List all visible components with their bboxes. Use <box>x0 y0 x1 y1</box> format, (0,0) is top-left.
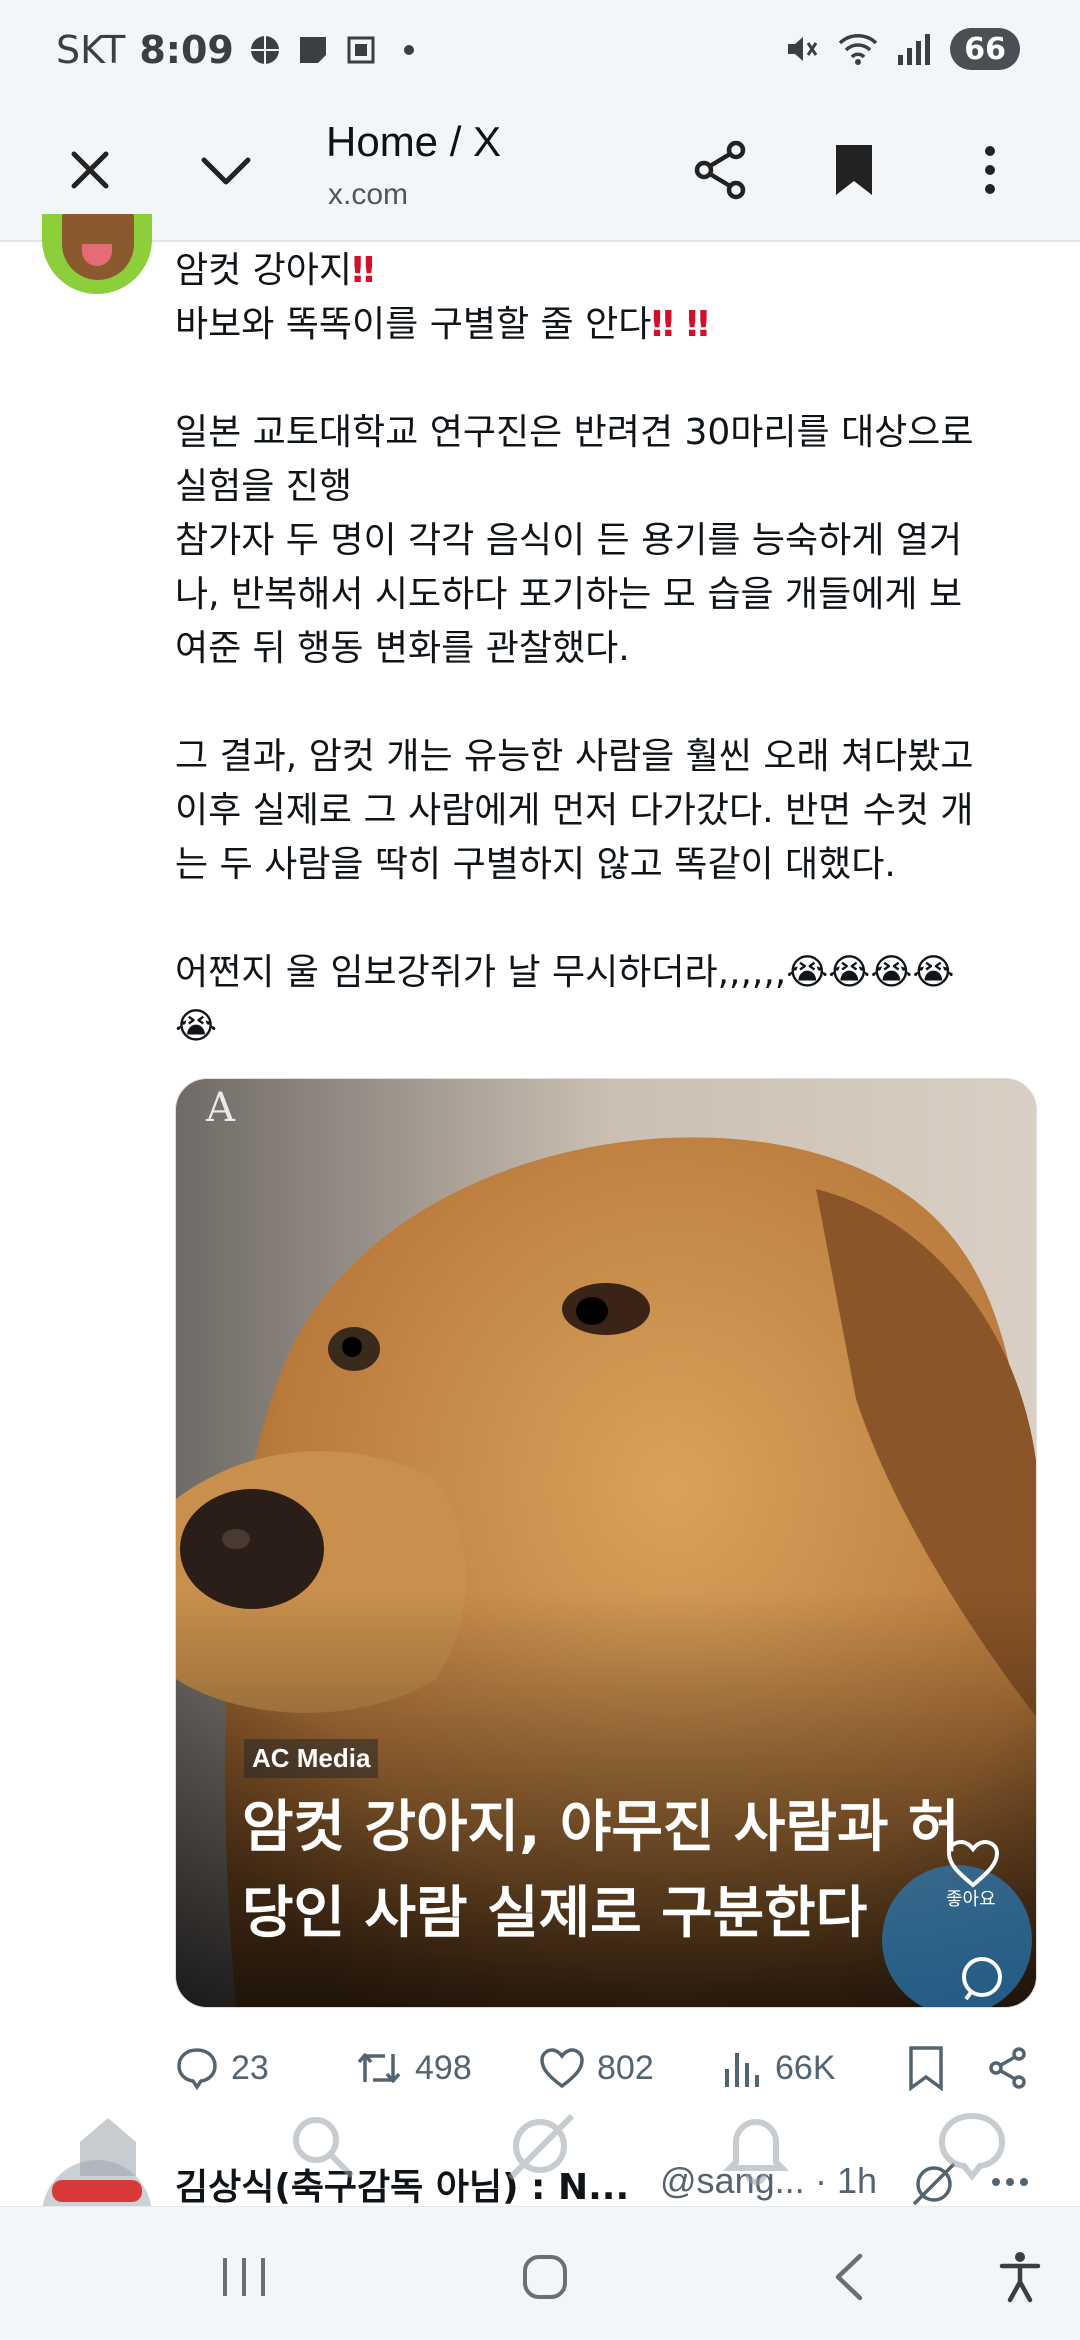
battery-indicator: 66 <box>950 28 1020 70</box>
tweet-paragraph-2: 일본 교토대학교 연구진은 반려견 30마리를 대상으로 실험을 진행 참가자 … <box>175 412 974 669</box>
retweet-count: 498 <box>415 2048 472 2087</box>
heart-outline-icon[interactable] <box>946 1839 1000 1889</box>
minimize-button[interactable] <box>186 130 266 210</box>
recent-apps-icon <box>223 2258 265 2296</box>
page-title: Home / X <box>326 118 502 165</box>
clock: 8:09 <box>139 28 234 72</box>
media-source-label: AC Media <box>244 1739 379 1778</box>
more-vertical-icon <box>985 146 995 194</box>
screenshot-icon <box>347 36 375 64</box>
bookmark-button[interactable] <box>814 130 894 210</box>
home-icon <box>80 2118 136 2176</box>
mute-icon <box>788 37 818 61</box>
more-menu-button[interactable] <box>950 130 1030 210</box>
custom-tab-toolbar: Home / X x.com <box>0 100 1080 242</box>
heart-icon <box>540 2048 584 2089</box>
signal-icon <box>898 34 931 65</box>
crying-face-icon: 😭😭😭😭 <box>786 952 955 993</box>
back-button[interactable] <box>810 2237 890 2317</box>
reply-count: 23 <box>231 2048 269 2087</box>
basketball-icon <box>250 36 279 64</box>
like-count: 802 <box>597 2048 654 2087</box>
x-bottom-nav <box>0 2096 1080 2206</box>
close-button[interactable] <box>50 130 130 210</box>
retweet-button[interactable]: 498 <box>355 2036 472 2100</box>
tweet-share-button[interactable] <box>987 2036 1029 2100</box>
close-icon <box>71 151 109 189</box>
grok-nav-icon <box>507 2113 575 2181</box>
nav-home[interactable] <box>68 2106 148 2186</box>
like-button[interactable]: 802 <box>539 2036 654 2100</box>
share-icon <box>989 2047 1026 2089</box>
media-headline: 암컷 강아지, 야무진 사람과 허당인 사람 실제로 구분한다 <box>242 1795 960 1946</box>
reply-button[interactable]: 23 <box>175 2036 269 2100</box>
bookmark-outline-icon <box>909 2046 943 2091</box>
reply-icon <box>177 2048 217 2090</box>
wifi-icon <box>839 34 878 65</box>
page-url: x.com <box>328 178 409 211</box>
nav-search[interactable] <box>282 2106 362 2186</box>
tweet-actions: 23 498 802 66K <box>175 2036 1045 2100</box>
carrier-label: SKT <box>56 28 126 72</box>
back-icon <box>835 2253 863 2301</box>
retweet-icon <box>357 2053 401 2083</box>
bell-icon <box>722 2119 790 2185</box>
share-button[interactable] <box>680 130 760 210</box>
ac-logo: A <box>205 1085 236 1131</box>
status-bar: SKT 8:09 66 <box>0 0 1080 100</box>
crying-face-icon: 😭 <box>175 1006 218 1047</box>
tweet-line-1: 암컷 강아지 <box>175 250 353 291</box>
tweet-bookmark-button[interactable] <box>907 2036 945 2100</box>
home-circle-icon <box>523 2255 567 2299</box>
note-icon <box>299 37 326 63</box>
search-icon <box>293 2117 355 2179</box>
share-icon <box>694 140 746 200</box>
nav-grok[interactable] <box>500 2106 580 2186</box>
tweet-paragraph-3: 그 결과, 암컷 개는 유능한 사람을 훨씬 오래 쳐다봤고 이후 실제로 그 … <box>175 736 974 885</box>
battery-level: 66 <box>964 31 1006 67</box>
message-icon <box>938 2112 1006 2181</box>
views-button[interactable]: 66K <box>723 2036 836 2100</box>
like-label: 좋아요 <box>946 1889 996 1910</box>
accessibility-button[interactable] <box>980 2237 1060 2317</box>
tweet-text: 암컷 강아지‼ 바보와 똑똑이를 구별할 줄 안다‼ ‼ 일본 교토대학교 연구… <box>175 244 1045 1054</box>
view-count: 66K <box>775 2048 836 2087</box>
double-exclamation-icon: ‼ ‼ <box>651 304 710 345</box>
nav-notifications[interactable] <box>716 2106 796 2186</box>
double-exclamation-icon: ‼ <box>352 250 375 291</box>
author-avatar[interactable] <box>42 214 152 294</box>
views-icon <box>725 2053 759 2087</box>
nav-messages[interactable] <box>932 2106 1012 2186</box>
bookmark-icon <box>836 145 872 195</box>
home-button[interactable] <box>505 2237 585 2317</box>
accessibility-icon <box>999 2252 1041 2303</box>
tweet-paragraph-4: 어쩐지 울 임보강쥐가 날 무시하더라,,,,,, <box>175 952 787 993</box>
tweet-media-image[interactable]: A AC Media 암컷 강아지, 야무진 사람과 허당인 사람 실제로 구분… <box>175 1078 1037 2008</box>
dot-icon <box>403 45 414 55</box>
tweet-line-2: 바보와 똑똑이를 구별할 줄 안다 <box>175 304 652 345</box>
recent-apps-button[interactable] <box>204 2237 284 2317</box>
android-nav-bar <box>0 2206 1080 2340</box>
chevron-down-icon <box>201 157 251 185</box>
